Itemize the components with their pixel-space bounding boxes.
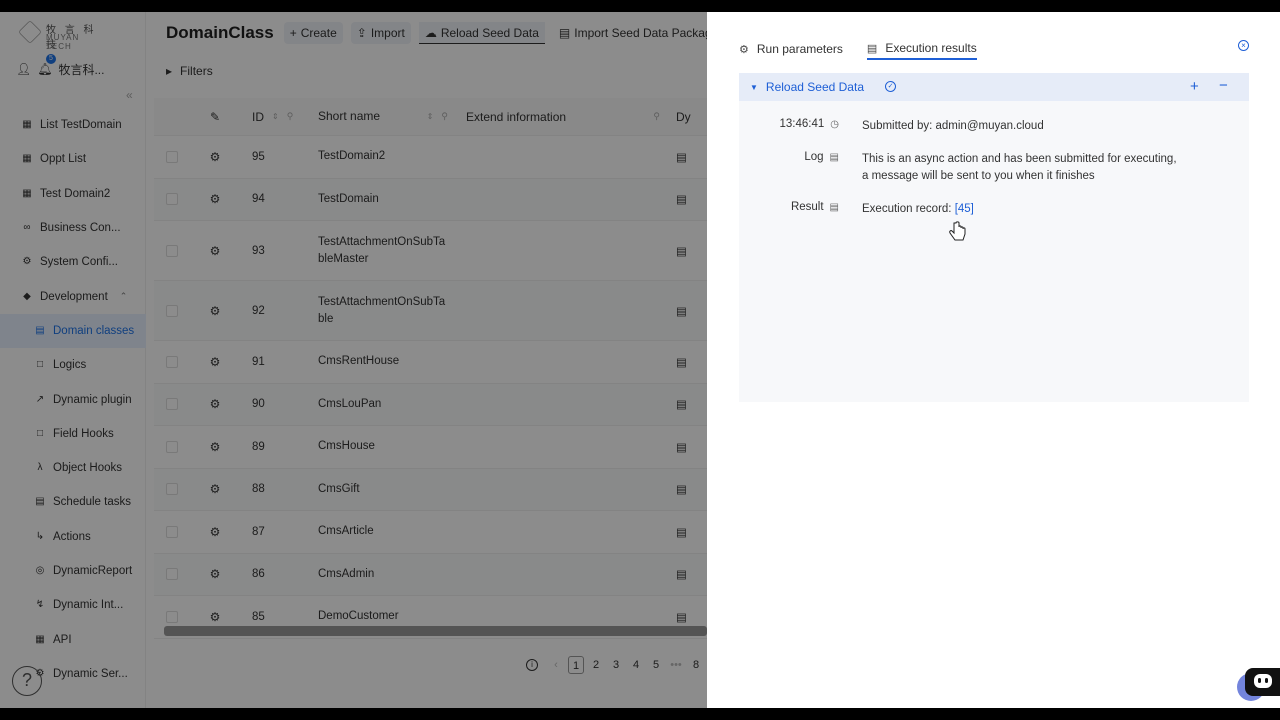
tab-execution-results[interactable]: ▤ Execution results: [866, 38, 977, 60]
time-label: 13:46:41 ◷: [759, 118, 840, 130]
drawer-tabs: ⚙ Run parameters ▤ Execution results: [739, 38, 977, 60]
result-panel-title: Reload Seed Data: [765, 80, 864, 94]
execution-record-link[interactable]: [45]: [955, 203, 974, 215]
tab-label: Execution results: [885, 41, 977, 55]
result-text-prefix: Execution record:: [862, 203, 955, 215]
hand-cursor-icon: [949, 221, 966, 241]
tab-run-parameters[interactable]: ⚙ Run parameters: [739, 38, 843, 60]
modal-overlay[interactable]: [0, 12, 707, 708]
result-icon: ▤: [829, 202, 839, 213]
submitted-by-text: Submitted by: admin@muyan.cloud: [862, 120, 1044, 132]
log-label-text: Log: [804, 151, 824, 163]
result-label-text: Result: [790, 201, 824, 213]
execution-drawer: ⚙ Run parameters ▤ Execution results × ▼…: [707, 12, 1280, 708]
gear-icon: ⚙: [739, 43, 749, 56]
result-panel: ▼ Reload Seed Data ✓ + − 13:46:41 ◷ Submi…: [739, 73, 1249, 402]
clock-icon: ◷: [830, 119, 839, 130]
caret-down-icon[interactable]: ▼: [750, 83, 758, 92]
collapse-icon[interactable]: −: [1219, 77, 1228, 94]
log-label: Log ▤: [759, 151, 839, 163]
result-panel-header[interactable]: ▼ Reload Seed Data ✓ + −: [739, 73, 1249, 101]
log-text-line-1: This is an async action and has been sub…: [862, 153, 1177, 165]
result-label: Result ▤: [759, 201, 839, 213]
expand-icon[interactable]: +: [1190, 78, 1199, 95]
result-text: Execution record: [45]: [862, 201, 974, 218]
check-circle-icon: ✓: [885, 81, 896, 92]
robot-icon: [1254, 674, 1272, 688]
time-value: 13:46:41: [779, 118, 825, 130]
tab-label: Run parameters: [756, 42, 843, 56]
close-icon[interactable]: ×: [1238, 40, 1249, 51]
log-text-line-2: a message will be sent to you when it fi…: [862, 170, 1095, 182]
log-icon: ▤: [829, 152, 839, 163]
screen: 牧 言 科 技 MUYAN TECH 👤︎ 🔔︎ 5 牧言科... « ▦ Lis…: [0, 12, 1280, 708]
chat-robot-button[interactable]: [1245, 668, 1280, 696]
result-icon: ▤: [866, 42, 878, 55]
